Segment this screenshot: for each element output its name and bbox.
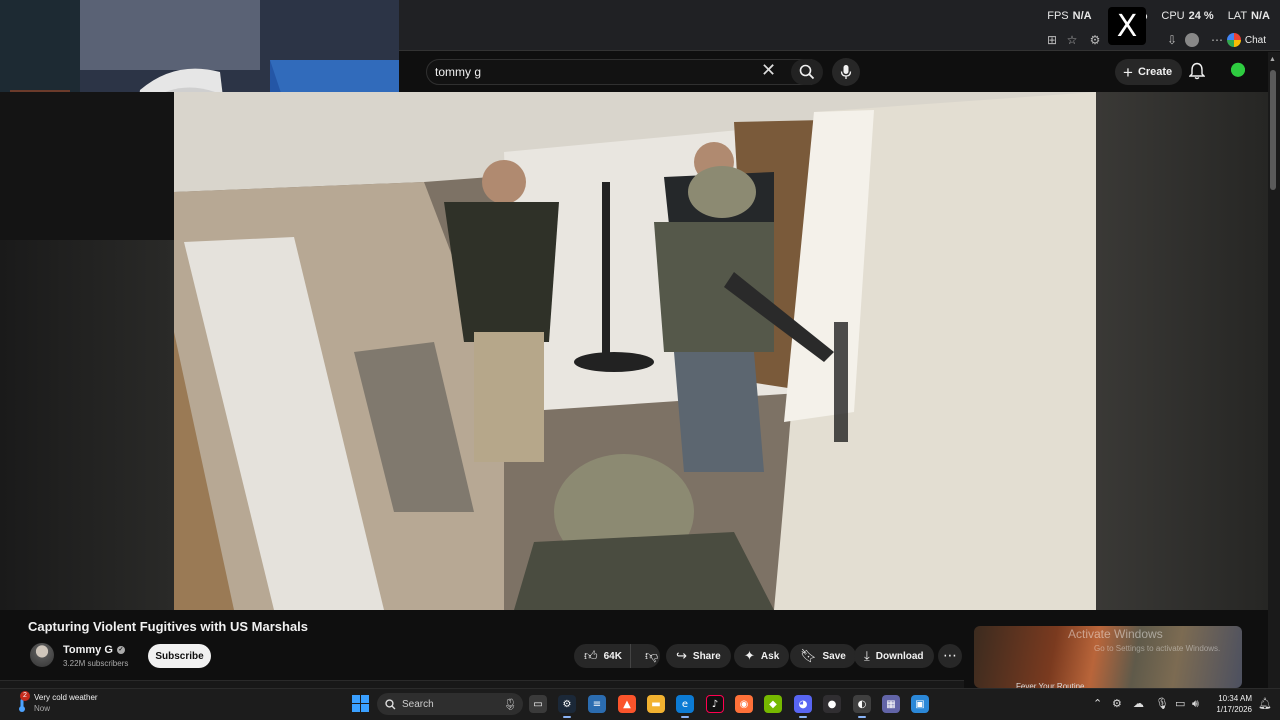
like-button[interactable]: 👍︎ 64K — [574, 644, 631, 668]
channel-name-text: Tommy G — [63, 644, 113, 656]
folder-icon[interactable]: ▬ — [647, 695, 665, 713]
scrollbar-thumb[interactable] — [1270, 70, 1276, 190]
taskbar-search-placeholder: Search — [402, 698, 434, 710]
weather-title: Very cold weather — [34, 693, 98, 702]
chat-label: Chat — [1244, 34, 1266, 46]
weather-alert-badge: 2 — [20, 691, 30, 701]
microphone-icon — [840, 65, 852, 79]
firefox-icon[interactable]: ◉ — [735, 695, 753, 713]
obs-icon[interactable]: ● — [823, 695, 841, 713]
download-icon: ⤓ — [864, 648, 870, 664]
weather-subtitle: Now — [34, 704, 51, 713]
brave-icon[interactable]: ▲ — [618, 695, 636, 713]
like-count: 64K — [603, 650, 622, 662]
edge-icon[interactable]: e — [676, 695, 694, 718]
notepad-icon[interactable]: ≡ — [588, 695, 606, 713]
copilot-chat-button[interactable]: Chat — [1223, 30, 1272, 50]
extensions-icon[interactable]: ⚙ — [1087, 32, 1103, 48]
thumbs-down-icon: 👎︎ — [644, 648, 659, 664]
monitor-app-icon[interactable]: ▣ — [911, 695, 929, 713]
channel-name[interactable]: Tommy G ✓ — [63, 644, 125, 656]
clock-date[interactable]: 1/17/2026 — [1208, 705, 1252, 714]
app-icon[interactable]: ◐ — [853, 695, 871, 718]
search-query-text: tommy g — [435, 65, 482, 79]
favorite-star-icon[interactable]: ☆ — [1064, 32, 1080, 48]
video-scene — [174, 92, 1096, 610]
browser-tab-strip: FPSN/A % CPU24 % LATN/A — [399, 0, 1280, 29]
grid-app-icon[interactable]: ▦ — [882, 695, 900, 713]
create-button[interactable]: + Create — [1115, 59, 1183, 85]
tiktok-icon[interactable]: ♪ — [706, 695, 724, 713]
save-button[interactable]: 🔖︎ Save — [790, 644, 856, 668]
performance-overlay: FPSN/A % CPU24 % LATN/A — [1047, 10, 1270, 22]
notification-center-icon[interactable]: 🔔︎ — [1258, 697, 1272, 710]
search-icon — [385, 698, 396, 709]
verified-badge-icon: ✓ — [116, 646, 125, 654]
tray-overflow-icon[interactable]: ⌃ — [1093, 697, 1102, 710]
windows-taskbar — [0, 688, 1280, 720]
more-actions-button[interactable]: ⋯ — [938, 644, 962, 668]
share-arrow-icon: ↪ — [676, 648, 687, 664]
profile-avatar-icon[interactable] — [1185, 33, 1199, 47]
microphone-tray-icon[interactable]: 🎙︎ — [1155, 697, 1169, 710]
subscriber-count: 3.22M subscribers — [63, 659, 129, 668]
bell-icon — [1188, 62, 1206, 80]
ambient-right — [1096, 92, 1268, 610]
download-button[interactable]: ⤓ Download — [854, 644, 934, 668]
youtube-header: tommy g ✕ + Create — [399, 52, 1280, 92]
volume-tray-icon[interactable]: 🔊︎ — [1192, 697, 1199, 711]
browser-toolbar: ⊞ ☆ ⚙ ⇩ ⋯ Chat — [399, 29, 1280, 51]
search-input[interactable]: tommy g — [426, 59, 812, 85]
thumbs-up-icon: 👍︎ — [584, 648, 598, 664]
app-available-icon[interactable]: ⊞ — [1044, 32, 1060, 48]
scroll-up-arrow-icon[interactable]: ▲ — [1269, 56, 1276, 63]
description-box-edge — [0, 680, 964, 688]
steam-tray-icon[interactable]: ⚙ — [1112, 697, 1122, 710]
notifications-button[interactable] — [1188, 62, 1206, 85]
like-dislike-group: 👍︎ 64K 👎︎ — [574, 644, 660, 668]
channel-avatar[interactable] — [30, 643, 54, 667]
clock-time[interactable]: 10:34 AM — [1214, 694, 1252, 703]
create-label: Create — [1137, 66, 1173, 78]
activate-windows-subtext: Go to Settings to activate Windows. — [1094, 644, 1221, 653]
ambient-left — [0, 240, 174, 610]
video-title: Capturing Violent Fugitives with US Mars… — [28, 619, 309, 634]
file-explorer-taskview-icon[interactable]: ▭ — [529, 695, 547, 713]
taskbar-search[interactable]: Search 🌷︎ — [377, 693, 523, 715]
ask-button[interactable]: ✦ Ask — [734, 644, 790, 668]
video-frame[interactable] — [174, 92, 1096, 610]
search-icon — [799, 64, 815, 80]
search-highlight-icon: 🌷︎ — [503, 698, 517, 711]
subscribe-button[interactable]: Subscribe — [148, 644, 211, 668]
discord-icon[interactable]: ◕ — [794, 695, 812, 718]
search-button[interactable] — [791, 59, 823, 85]
share-button[interactable]: ↪ Share — [666, 644, 731, 668]
latency-readout: LAT N/A — [1227, 10, 1270, 22]
share-label: Share — [692, 650, 721, 662]
downloads-icon[interactable]: ⇩ — [1164, 32, 1180, 48]
clear-search-icon[interactable]: ✕ — [761, 61, 776, 81]
bookmark-icon: 🔖︎ — [800, 648, 817, 664]
nvidia-icon[interactable]: ◆ — [764, 695, 782, 713]
dislike-button[interactable]: 👎︎ — [637, 650, 666, 663]
plus-icon: + — [1123, 62, 1133, 82]
steam-icon[interactable]: ⚙ — [558, 695, 576, 718]
x-logo-icon: X — [1108, 7, 1146, 45]
save-label: Save — [822, 650, 846, 662]
ask-label: Ask — [760, 650, 780, 662]
cpu-readout: CPU 24 % — [1161, 10, 1214, 22]
display-tray-icon[interactable]: ▭ — [1175, 697, 1185, 710]
start-button[interactable] — [352, 695, 369, 712]
account-avatar[interactable] — [1227, 61, 1249, 83]
copilot-icon — [1226, 33, 1241, 47]
activate-windows-watermark: Activate Windows — [1068, 627, 1163, 641]
network-tray-icon[interactable]: ☁ — [1133, 697, 1144, 710]
sparkle-icon: ✦ — [744, 648, 755, 664]
voice-search-button[interactable] — [832, 58, 860, 86]
fps-readout: FPS N/A — [1047, 10, 1092, 22]
download-label: Download — [875, 650, 924, 662]
